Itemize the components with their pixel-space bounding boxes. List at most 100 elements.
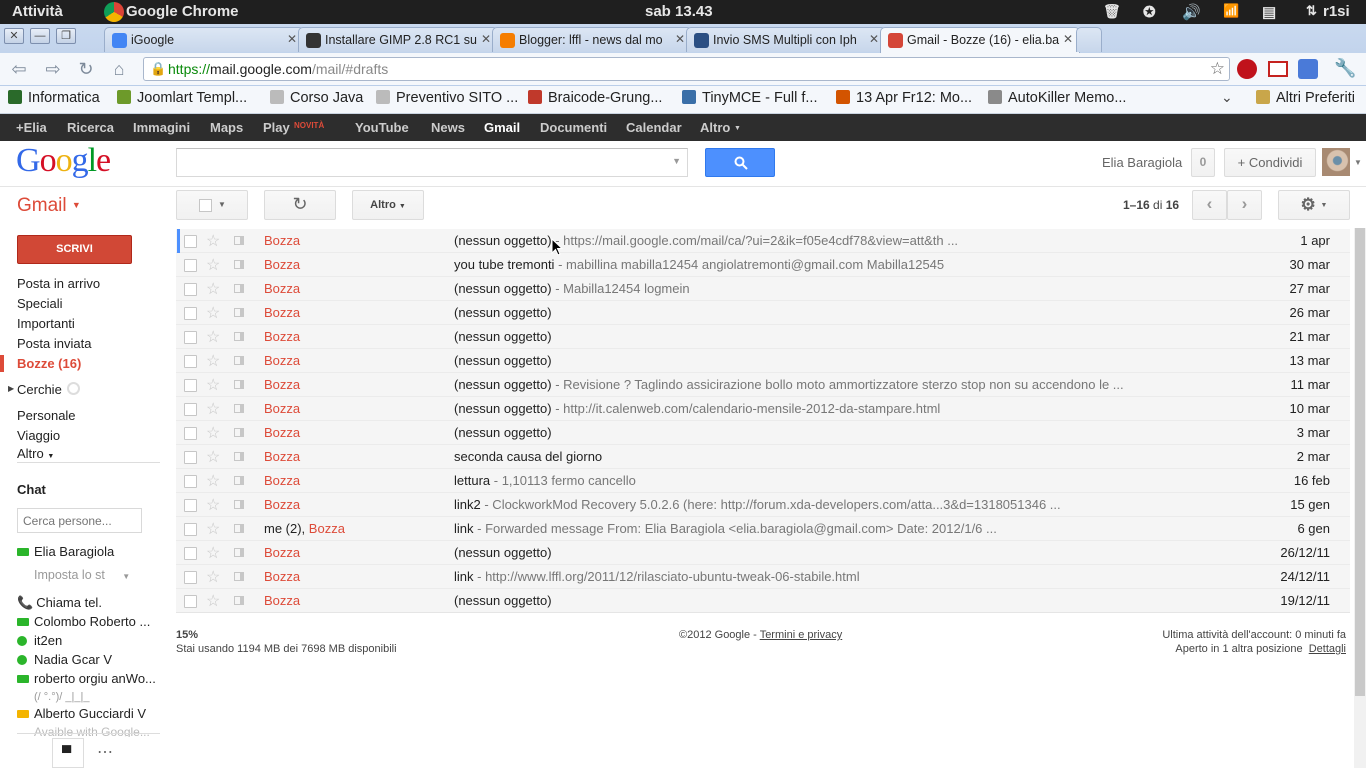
more-actions-button[interactable]: Altro ▼ — [352, 190, 424, 220]
details-link[interactable]: Dettagli — [1309, 643, 1346, 655]
select-all-checkbox[interactable]: ▼ — [176, 190, 248, 220]
chat-contact[interactable]: it2en — [17, 633, 62, 648]
star-icon[interactable]: ☆ — [206, 351, 220, 371]
star-icon[interactable]: ☆ — [206, 423, 220, 443]
chevron-down-icon[interactable]: ▼ — [672, 156, 681, 166]
table-row[interactable]: ☆ Bozza link2 - ClockworkMod Recovery 5.0.… — [176, 493, 1350, 517]
browser-tab[interactable]: iGoogle ✕ — [104, 27, 304, 52]
browser-tab[interactable]: Invio SMS Multipli con Iph ✕ — [686, 27, 886, 52]
label-icon[interactable] — [234, 548, 244, 557]
row-checkbox[interactable] — [184, 379, 197, 392]
row-checkbox[interactable] — [184, 451, 197, 464]
table-row[interactable]: ☆ Bozza lettura - 1,10113 fermo cancello 16… — [176, 469, 1350, 493]
avatar[interactable] — [1322, 148, 1350, 176]
close-tab-icon[interactable]: ✕ — [869, 32, 879, 46]
table-row[interactable]: ☆ Bozza (nessun oggetto) 19/12/11 — [176, 589, 1350, 613]
table-row[interactable]: ☆ Bozza (nessun oggetto) 13 mar — [176, 349, 1350, 373]
label-icon[interactable] — [234, 572, 244, 581]
clock[interactable]: sab 13.43 — [645, 3, 713, 20]
label-icon[interactable] — [234, 524, 244, 533]
label-icon[interactable] — [234, 260, 244, 269]
row-checkbox[interactable] — [184, 547, 197, 560]
activities-button[interactable]: Attività — [12, 3, 63, 20]
row-checkbox[interactable] — [184, 571, 197, 584]
bookmark-item[interactable]: AutoKiller Memo... — [988, 90, 1126, 106]
chat-status-select[interactable]: Imposta lo st ▼ — [34, 568, 130, 582]
bookmark-item[interactable]: TinyMCE - Full f... — [682, 90, 817, 106]
close-tab-icon[interactable]: ✕ — [675, 32, 685, 46]
minimize-window-button[interactable]: — — [30, 28, 50, 44]
star-icon[interactable]: ☆ — [206, 399, 220, 419]
gbar-link[interactable]: +Elia — [16, 120, 47, 135]
account-name[interactable]: Elia Baragiola — [1102, 155, 1182, 170]
table-row[interactable]: ☆ Bozza link - http://www.lffl.org/2011/12… — [176, 565, 1350, 589]
browser-tab[interactable]: Gmail - Bozze (16) - elia.ba ✕ — [880, 27, 1080, 53]
gbar-link[interactable]: Immagini — [133, 120, 190, 135]
gbar-link[interactable]: Documenti — [540, 120, 607, 135]
gmail-checker-icon[interactable] — [1268, 61, 1288, 77]
label-icon[interactable] — [234, 308, 244, 317]
star-icon[interactable]: ☆ — [206, 519, 220, 539]
table-row[interactable]: ☆ Bozza (nessun oggetto) 21 mar — [176, 325, 1350, 349]
row-checkbox[interactable] — [184, 595, 197, 608]
nav-sent[interactable]: Posta inviata — [17, 336, 91, 351]
close-tab-icon[interactable]: ✕ — [481, 32, 491, 46]
label-icon[interactable] — [234, 452, 244, 461]
other-bookmarks[interactable]: Altri Preferiti — [1256, 90, 1355, 106]
adblock-icon[interactable] — [1237, 59, 1257, 79]
wifi-icon[interactable]: 📶 — [1223, 3, 1239, 19]
notifications-button[interactable]: 0 — [1191, 148, 1215, 177]
forward-icon[interactable]: ⇨ — [42, 58, 64, 80]
label-icon[interactable] — [234, 428, 244, 437]
gbar-link[interactable]: Maps — [210, 120, 243, 135]
label-icon[interactable] — [234, 380, 244, 389]
bookmark-item[interactable]: Corso Java — [270, 90, 363, 106]
star-icon[interactable]: ☆ — [206, 231, 220, 251]
label-icon[interactable] — [234, 500, 244, 509]
nav-important[interactable]: Importanti — [17, 316, 75, 331]
chat-contact[interactable]: Alberto Gucciardi V — [17, 706, 146, 721]
nav-personal[interactable]: Personale — [17, 408, 76, 423]
nav-starred[interactable]: Speciali — [17, 296, 63, 311]
chat-contact[interactable]: Nadia Gcar V — [17, 652, 112, 667]
bookmark-item[interactable]: 13 Apr Fr12: Mo... — [836, 90, 972, 106]
browser-tab[interactable]: Blogger: lffl - news dal mo ✕ — [492, 27, 692, 52]
more-options-icon[interactable]: ⋯ — [97, 742, 113, 762]
star-icon[interactable]: ☆ — [206, 447, 220, 467]
table-row[interactable]: ☆ Bozza (nessun oggetto) 26 mar — [176, 301, 1350, 325]
table-row[interactable]: ☆ Bozza seconda causa del giorno 2 mar — [176, 445, 1350, 469]
row-checkbox[interactable] — [184, 499, 197, 512]
star-icon[interactable]: ☆ — [206, 327, 220, 347]
row-checkbox[interactable] — [184, 307, 197, 320]
table-row[interactable]: ☆ Bozza (nessun oggetto) 3 mar — [176, 421, 1350, 445]
back-icon[interactable]: ⇦ — [8, 58, 30, 80]
label-icon[interactable] — [234, 236, 244, 245]
row-checkbox[interactable] — [184, 283, 197, 296]
new-tab-button[interactable] — [1076, 27, 1102, 52]
table-row[interactable]: ☆ Bozza (nessun oggetto) - http://it.calen… — [176, 397, 1350, 421]
share-button[interactable]: + Condividi — [1224, 148, 1316, 177]
close-tab-icon[interactable]: ✕ — [1063, 32, 1073, 46]
label-icon[interactable] — [234, 596, 244, 605]
search-button[interactable] — [705, 148, 775, 177]
star-icon[interactable]: ☆ — [206, 279, 220, 299]
refresh-button[interactable]: ↻ — [264, 190, 336, 220]
reload-icon[interactable]: ↻ — [75, 58, 97, 80]
label-icon[interactable] — [234, 356, 244, 365]
label-icon[interactable] — [234, 404, 244, 413]
star-icon[interactable]: ☆ — [206, 375, 220, 395]
app-menu[interactable]: Google Chrome — [126, 3, 239, 20]
table-row[interactable]: ☆ me (2), Bozza link - Forwarded message F… — [176, 517, 1350, 541]
volume-icon[interactable]: 🔊 — [1182, 3, 1201, 21]
gbar-link[interactable]: Play — [263, 120, 290, 135]
close-tab-icon[interactable]: ✕ — [287, 32, 297, 46]
table-row[interactable]: ☆ Bozza (nessun oggetto) 26/12/11 — [176, 541, 1350, 565]
bookmark-item[interactable]: Braicode-Grung... — [528, 90, 662, 106]
label-icon[interactable] — [234, 476, 244, 485]
label-icon[interactable] — [234, 332, 244, 341]
star-icon[interactable]: ☆ — [206, 303, 220, 323]
address-bar[interactable]: 🔒 https://mail.google.com/mail/#drafts ☆ — [143, 57, 1230, 81]
table-row[interactable]: ☆ Bozza (nessun oggetto) - Revisione ? Tag… — [176, 373, 1350, 397]
gbar-link[interactable]: Calendar — [626, 120, 682, 135]
star-icon[interactable]: ☆ — [206, 567, 220, 587]
